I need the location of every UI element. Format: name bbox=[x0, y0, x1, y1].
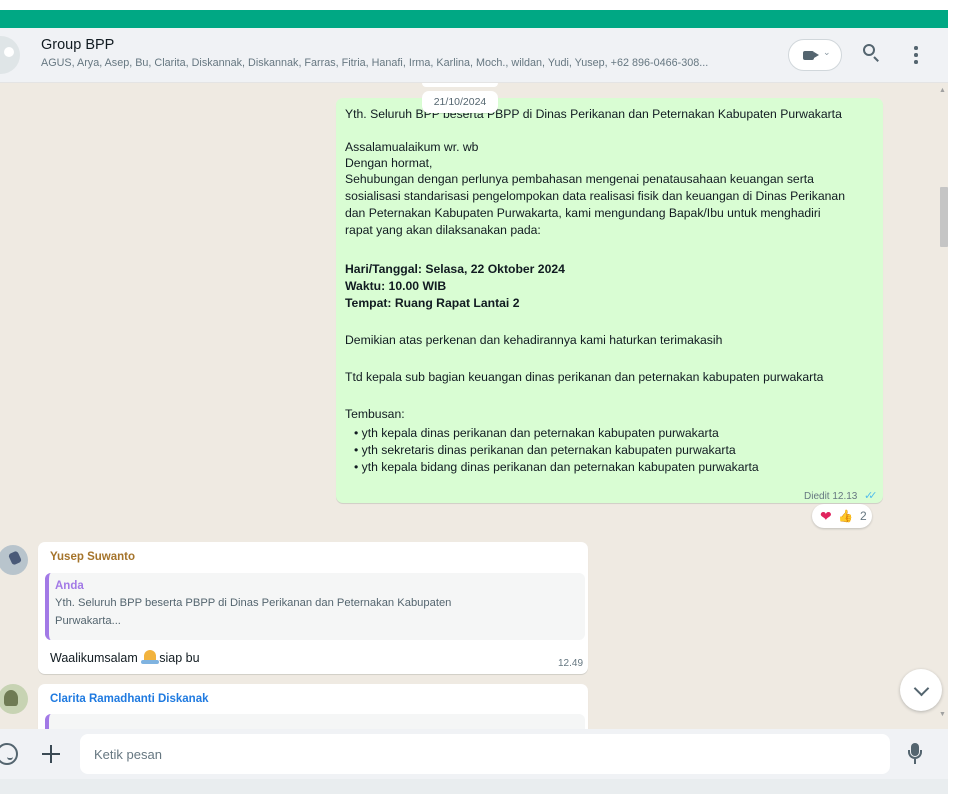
meeting-place: Tempat: Ruang Rapat Lantai 2 bbox=[345, 296, 520, 310]
group-members[interactable]: AGUS, Arya, Asep, Bu, Clarita, Diskannak… bbox=[41, 57, 761, 69]
praying-hands-icon bbox=[141, 650, 160, 664]
previous-message-bubble bbox=[422, 83, 498, 87]
sender-name[interactable]: Yusep Suwanto bbox=[50, 551, 135, 563]
meeting-time: Waktu: 10.00 WIB bbox=[345, 279, 447, 293]
window-bottom-edge bbox=[0, 779, 948, 794]
message-line: Sehubungan dengan perlunya pembahasan me… bbox=[345, 172, 814, 186]
avatar[interactable] bbox=[0, 684, 28, 714]
quote-author: Anda bbox=[55, 580, 84, 592]
list-item: • yth kepala bidang dinas perikanan dan … bbox=[354, 460, 759, 474]
message-line: sosialisasi standarisasi pengelompokan d… bbox=[345, 189, 845, 203]
message-line: Yth. Seluruh BPP beserta PBPP di Dinas P… bbox=[345, 107, 842, 121]
message-line: Ttd kepala sub bagian keuangan dinas per… bbox=[345, 370, 824, 384]
reactions-badge[interactable]: ❤ 👍 2 bbox=[812, 504, 872, 528]
read-receipt-icon: ✓✓ bbox=[864, 490, 878, 502]
menu-icon bbox=[914, 46, 918, 50]
plus-icon[interactable] bbox=[40, 743, 62, 765]
scroll-down-arrow-icon[interactable]: ▼ bbox=[939, 711, 946, 718]
avatar[interactable] bbox=[0, 545, 28, 575]
quote-text: Yth. Seluruh BPP beserta PBPP di Dinas P… bbox=[55, 597, 452, 609]
menu-button[interactable] bbox=[905, 42, 925, 68]
quoted-message[interactable] bbox=[45, 714, 585, 729]
heart-icon: ❤ bbox=[820, 508, 832, 524]
message-text: Waalikumsalam siap bu bbox=[50, 650, 200, 665]
scrollbar[interactable] bbox=[934, 83, 948, 729]
scrollbar-thumb[interactable] bbox=[940, 187, 948, 247]
message-line: rapat yang akan dilaksanakan pada: bbox=[345, 223, 541, 237]
group-title[interactable]: Group BPP bbox=[41, 37, 114, 53]
app-accent-bar bbox=[0, 10, 948, 28]
meeting-date: Hari/Tanggal: Selasa, 22 Oktober 2024 bbox=[345, 262, 565, 276]
message-line: dan Peternakan Kabupaten Purwakarta, kam… bbox=[345, 206, 821, 220]
message-line: Dengan hormat, bbox=[345, 156, 433, 170]
sender-name[interactable]: Clarita Ramadhanti Diskanak bbox=[50, 693, 209, 705]
message-input[interactable] bbox=[80, 734, 890, 774]
thumbs-up-icon: 👍 bbox=[838, 509, 853, 523]
search-icon bbox=[863, 44, 875, 56]
scroll-up-arrow-icon[interactable]: ▲ bbox=[939, 87, 946, 94]
chat-header[interactable]: Group BPP AGUS, Arya, Asep, Bu, Clarita,… bbox=[0, 28, 948, 83]
message-meta: Diedit 12.13 bbox=[804, 491, 858, 502]
list-item: • yth kepala dinas perikanan dan peterna… bbox=[354, 426, 719, 440]
message-list[interactable]: ▲ ▼ Yth. Seluruh BPP beserta PBPP di Din… bbox=[0, 83, 948, 729]
mic-icon[interactable] bbox=[905, 741, 925, 767]
video-call-button[interactable]: ⌄ bbox=[788, 39, 842, 71]
composer-bar bbox=[0, 729, 948, 779]
quote-text: Purwakarta... bbox=[55, 615, 121, 627]
message-time: 12.49 bbox=[558, 658, 584, 669]
search-button[interactable] bbox=[860, 42, 884, 66]
reaction-count: 2 bbox=[860, 509, 867, 523]
message-line: Demikian atas perkenan dan kehadirannya … bbox=[345, 333, 723, 347]
scroll-to-bottom-button[interactable] bbox=[900, 669, 942, 711]
list-item: • yth sekretaris dinas perikanan dan pet… bbox=[354, 443, 736, 457]
message-line: Tembusan: bbox=[345, 407, 405, 421]
emoji-icon[interactable] bbox=[0, 743, 18, 765]
chat-window: Group BPP AGUS, Arya, Asep, Bu, Clarita,… bbox=[0, 28, 948, 779]
chevron-down-icon: ⌄ bbox=[823, 47, 831, 57]
date-chip: 21/10/2024 bbox=[422, 91, 498, 113]
video-call-icon bbox=[803, 51, 819, 60]
group-avatar[interactable] bbox=[0, 36, 20, 74]
message-line: Assalamualaikum wr. wb bbox=[345, 140, 479, 154]
